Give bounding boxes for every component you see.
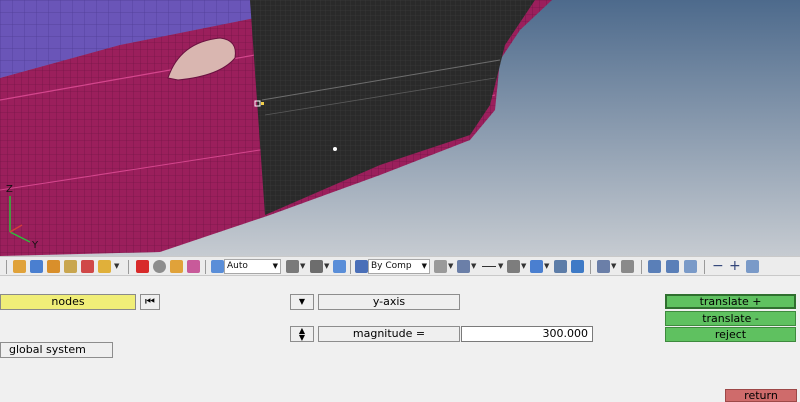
show-icon[interactable] bbox=[98, 260, 111, 273]
up-down-arrows-icon: ▲ ▼ bbox=[298, 326, 306, 342]
toolbar-separator bbox=[590, 260, 591, 274]
reject-button[interactable]: reject bbox=[665, 327, 796, 342]
solid-box-icon[interactable] bbox=[13, 260, 26, 273]
triad-y-label: Y bbox=[31, 240, 39, 251]
direction-selector[interactable]: y-axis bbox=[318, 294, 460, 310]
toolbar-separator bbox=[128, 260, 129, 274]
forward-icon[interactable] bbox=[666, 260, 679, 273]
chevron-down-icon[interactable]: ▼ bbox=[521, 262, 526, 270]
chevron-down-icon[interactable]: ▼ bbox=[114, 262, 119, 270]
translate-plus-button[interactable]: translate + bbox=[665, 294, 796, 309]
monitor-icon[interactable] bbox=[571, 260, 584, 273]
toolbar-separator bbox=[641, 260, 642, 274]
toolbar-separator bbox=[704, 260, 705, 274]
sphere-icon[interactable] bbox=[153, 260, 166, 273]
minus-icon[interactable]: − bbox=[712, 258, 724, 274]
wrench-icon[interactable] bbox=[621, 260, 634, 273]
main-toolbar: ▼ Auto ▼ ▼ ▼ By Comp ▼ ▼ ▼ ▼ ▼ ▼ ▼ − + bbox=[0, 256, 800, 276]
return-button[interactable]: return bbox=[725, 389, 797, 402]
direction-dropdown-toggle[interactable]: ▼ bbox=[290, 294, 314, 310]
cone-icon[interactable] bbox=[211, 260, 224, 273]
chevron-down-icon[interactable]: ▼ bbox=[448, 262, 453, 270]
iso-view-icon[interactable] bbox=[286, 260, 299, 273]
mesh-icon[interactable] bbox=[355, 260, 368, 273]
translate-minus-button[interactable]: translate - bbox=[665, 311, 796, 326]
delete-icon[interactable] bbox=[136, 260, 149, 273]
chevron-down-icon[interactable]: ▼ bbox=[498, 262, 503, 270]
selected-node[interactable] bbox=[333, 147, 337, 151]
wire-box-icon[interactable] bbox=[30, 260, 43, 273]
chevron-down-icon[interactable]: ▼ bbox=[300, 262, 305, 270]
mask-icon[interactable] bbox=[170, 260, 183, 273]
pen-icon[interactable] bbox=[187, 260, 200, 273]
redo-icon[interactable] bbox=[746, 260, 759, 273]
global-system-button[interactable]: global system bbox=[0, 342, 113, 358]
box-icon[interactable] bbox=[64, 260, 77, 273]
color-mode-select[interactable]: By Comp ▼ bbox=[368, 259, 430, 274]
translate-panel: nodes ⏮ global system ▼ y-axis ▲ ▼ magnit… bbox=[0, 277, 800, 402]
magnitude-input[interactable]: 300.000 bbox=[461, 326, 593, 342]
chevron-down-icon[interactable]: ▼ bbox=[544, 262, 549, 270]
chevron-down-icon[interactable]: ▼ bbox=[471, 262, 476, 270]
shade-icon[interactable] bbox=[333, 260, 346, 273]
undo-icon[interactable] bbox=[684, 260, 697, 273]
surface-icon[interactable] bbox=[434, 260, 447, 273]
display-icon[interactable] bbox=[457, 260, 470, 273]
toolbar-separator bbox=[205, 260, 206, 274]
cube-icon[interactable] bbox=[310, 260, 323, 273]
plus-icon[interactable]: + bbox=[729, 258, 741, 274]
plane-icon[interactable] bbox=[507, 260, 520, 273]
magnitude-toggle[interactable]: ▲ ▼ bbox=[290, 326, 314, 342]
node-marker-secondary bbox=[261, 102, 264, 105]
skip-back-icon: ⏮ bbox=[145, 295, 155, 308]
chevron-down-icon[interactable]: ▼ bbox=[324, 262, 329, 270]
triad-z-label: Z bbox=[6, 184, 13, 195]
back-icon[interactable] bbox=[648, 260, 661, 273]
line-icon[interactable] bbox=[482, 266, 496, 267]
component-icon[interactable] bbox=[47, 260, 60, 273]
magnitude-label-button[interactable]: magnitude = bbox=[318, 326, 460, 342]
grid-icon[interactable] bbox=[597, 260, 610, 273]
reset-selection-button[interactable]: ⏮ bbox=[140, 294, 160, 310]
hide-icon[interactable] bbox=[81, 260, 94, 273]
toolbar-separator bbox=[350, 260, 351, 274]
graphics-viewport[interactable]: Z Y bbox=[0, 0, 800, 256]
layer-icon[interactable] bbox=[530, 260, 543, 273]
display-mode-select[interactable]: Auto ▼ bbox=[224, 259, 281, 274]
chevron-down-icon[interactable]: ▼ bbox=[611, 262, 616, 270]
toolbar-separator bbox=[6, 260, 7, 274]
entity-selector-nodes[interactable]: nodes bbox=[0, 294, 136, 310]
chevron-down-icon: ▼ bbox=[298, 297, 306, 306]
cluster-icon[interactable] bbox=[554, 260, 567, 273]
